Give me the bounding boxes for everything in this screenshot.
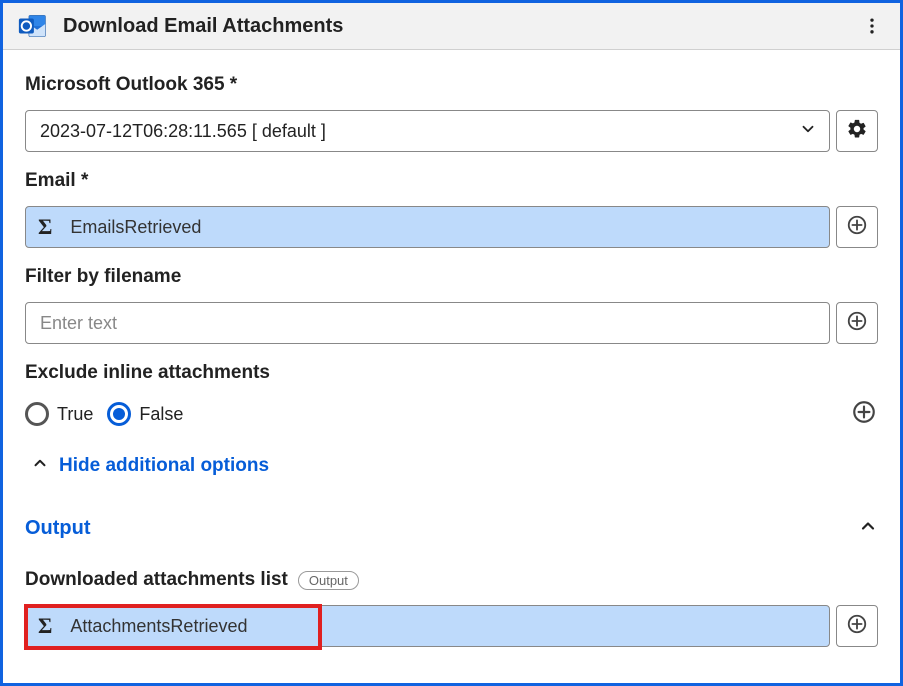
downloaded-variable-value: AttachmentsRetrieved <box>70 616 247 637</box>
radio-label-true: True <box>57 404 93 425</box>
panel-body: Microsoft Outlook 365 * 2023-07-12T06:28… <box>3 50 900 665</box>
outlook-icon <box>17 11 47 41</box>
downloaded-variable-field[interactable]: Σ AttachmentsRetrieved <box>25 605 830 647</box>
exclude-radio-group: True False <box>25 402 183 426</box>
connection-select[interactable]: 2023-07-12T06:28:11.565 [ default ] <box>25 110 830 152</box>
gear-icon <box>846 118 868 145</box>
output-section-title: Output <box>25 517 91 540</box>
exclude-row: True False <box>25 398 878 426</box>
downloaded-label: Downloaded attachments list <box>25 569 288 591</box>
exclude-radio-false[interactable]: False <box>107 402 183 426</box>
sigma-icon: Σ <box>38 613 52 639</box>
exclude-radio-true[interactable]: True <box>25 402 93 426</box>
downloaded-label-row: Downloaded attachments list Output <box>25 569 878 591</box>
exclude-label: Exclude inline attachments <box>25 362 878 384</box>
filter-input[interactable] <box>25 302 830 344</box>
panel-header: Download Email Attachments <box>3 3 900 50</box>
filter-row <box>25 302 878 344</box>
action-panel: Download Email Attachments Microsoft Out… <box>0 0 903 686</box>
sigma-icon: Σ <box>38 214 52 240</box>
email-label: Email * <box>25 170 878 192</box>
downloaded-row: Σ AttachmentsRetrieved <box>25 605 878 647</box>
connection-label: Microsoft Outlook 365 * <box>25 74 878 96</box>
output-section-header[interactable]: Output <box>25 516 878 541</box>
connection-settings-button[interactable] <box>836 110 878 152</box>
plus-circle-icon <box>846 310 868 337</box>
filter-label: Filter by filename <box>25 266 878 288</box>
more-menu-button[interactable] <box>858 12 886 40</box>
email-variable-field[interactable]: Σ EmailsRetrieved <box>25 206 830 248</box>
email-row: Σ EmailsRetrieved <box>25 206 878 248</box>
chevron-up-icon <box>858 516 878 541</box>
chevron-down-icon <box>799 120 817 143</box>
filter-add-button[interactable] <box>836 302 878 344</box>
connection-value: 2023-07-12T06:28:11.565 [ default ] <box>40 121 326 142</box>
plus-circle-icon <box>846 613 868 640</box>
toggle-additional-options[interactable]: Hide additional options <box>25 454 878 478</box>
toggle-label: Hide additional options <box>59 455 269 477</box>
action-title: Download Email Attachments <box>63 15 842 38</box>
connection-row: 2023-07-12T06:28:11.565 [ default ] <box>25 110 878 152</box>
radio-icon <box>25 402 49 426</box>
chevron-up-icon <box>31 454 49 478</box>
radio-checked-icon <box>107 402 131 426</box>
email-variable-value: EmailsRetrieved <box>70 217 201 238</box>
output-pill: Output <box>298 571 359 590</box>
downloaded-add-button[interactable] <box>836 605 878 647</box>
exclude-add-button[interactable] <box>850 398 878 426</box>
radio-label-false: False <box>139 404 183 425</box>
plus-circle-icon <box>846 214 868 241</box>
email-add-button[interactable] <box>836 206 878 248</box>
